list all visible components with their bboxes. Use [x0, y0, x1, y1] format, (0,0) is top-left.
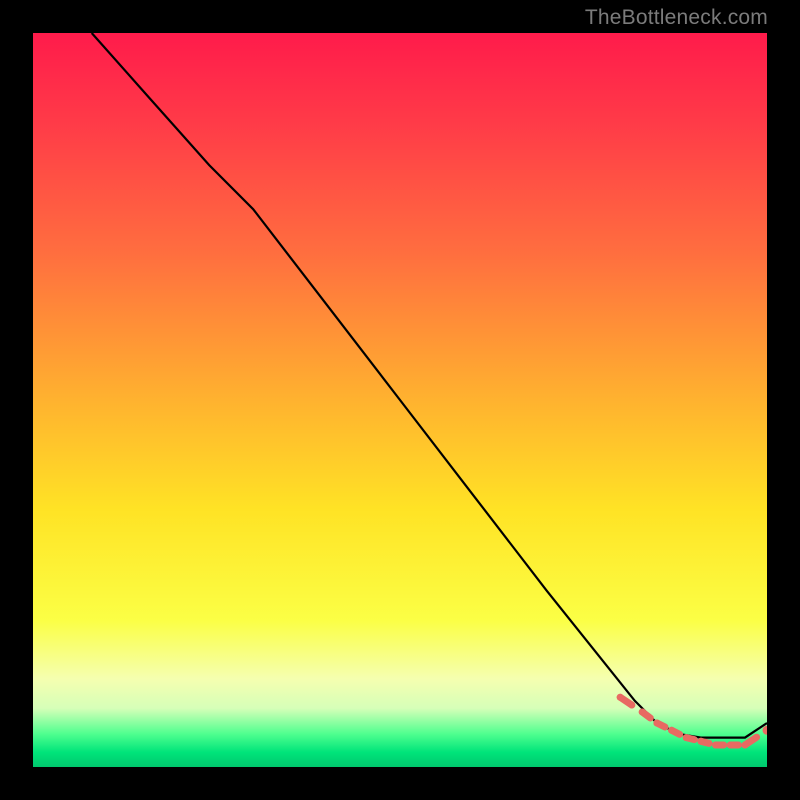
- watermark-text: TheBottleneck.com: [585, 6, 768, 30]
- chart-svg: [33, 33, 767, 767]
- plot-area: [33, 33, 767, 767]
- outer-frame: TheBottleneck.com: [0, 0, 800, 800]
